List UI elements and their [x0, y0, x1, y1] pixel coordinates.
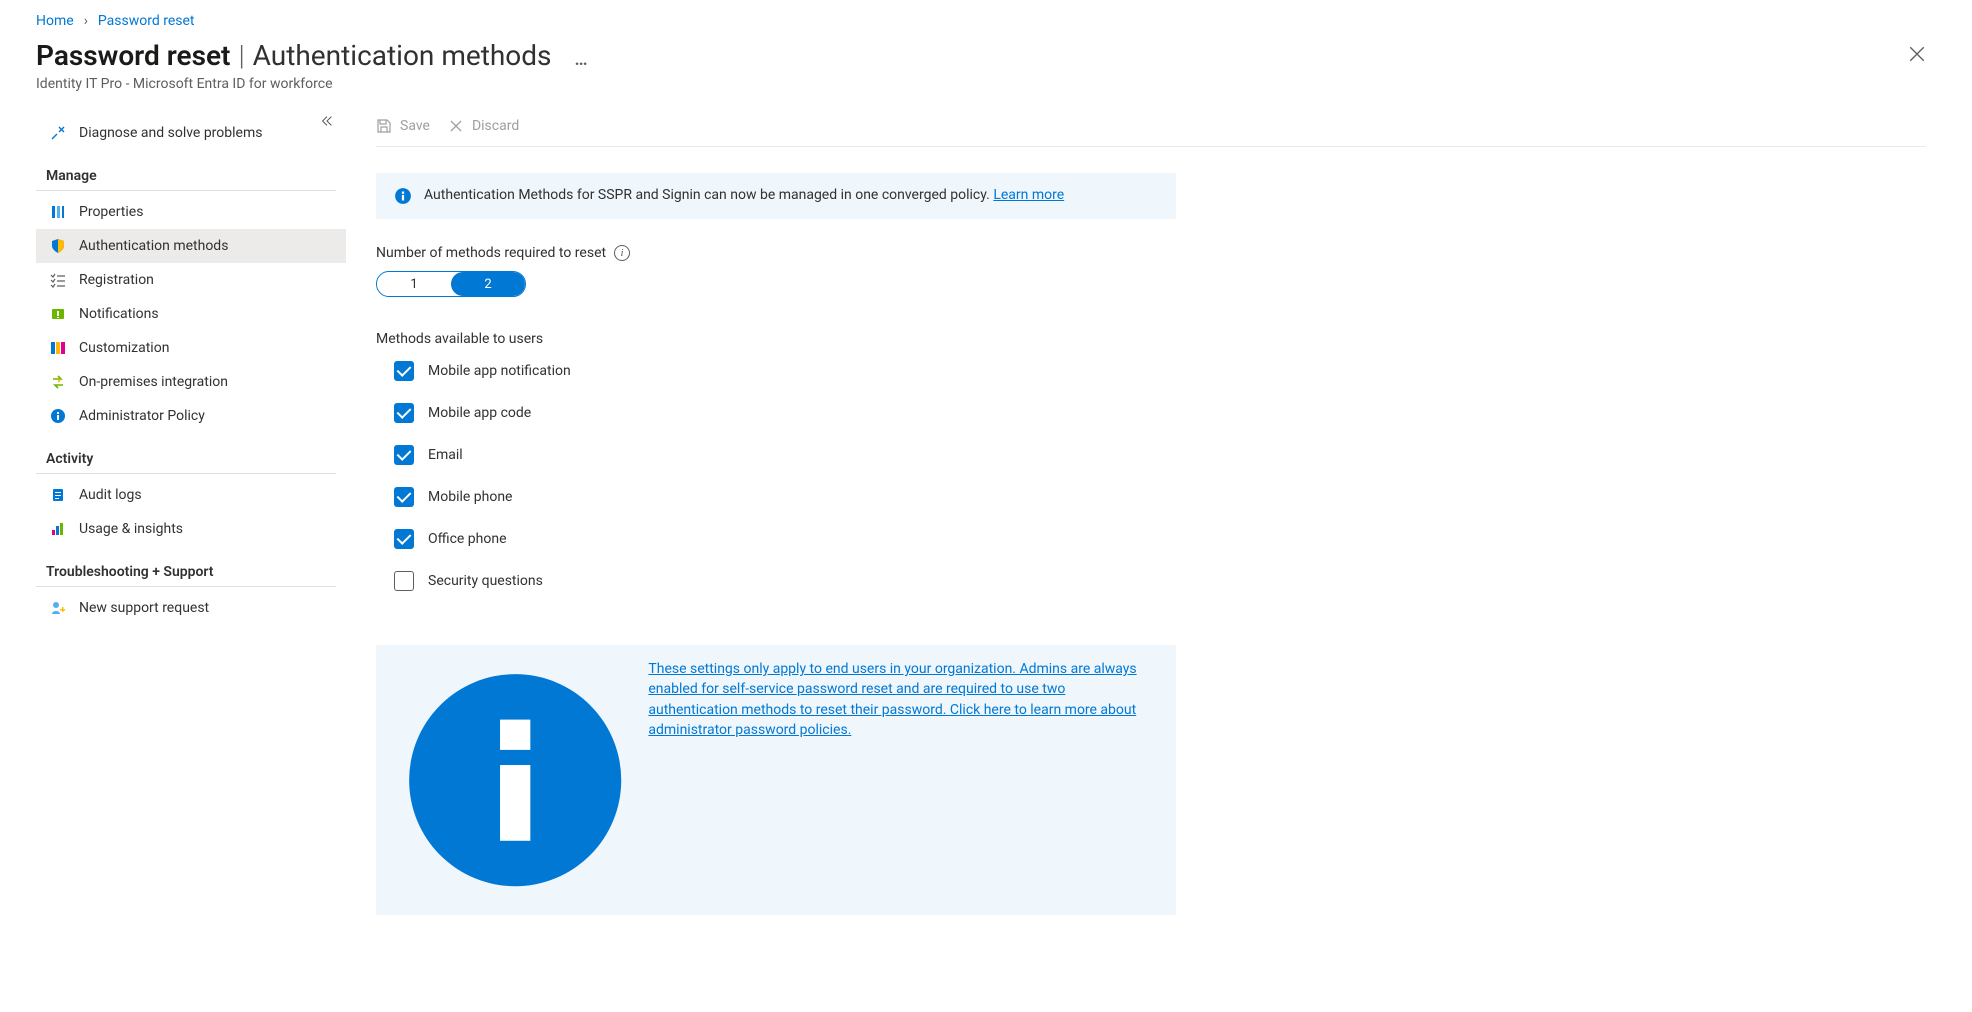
page-title: Password reset|Authentication methods …: [36, 39, 600, 72]
checkbox-icon: [394, 487, 414, 507]
info-icon: [394, 187, 412, 205]
properties-icon: [49, 203, 67, 221]
sidebar-item-diagnose[interactable]: Diagnose and solve problems: [36, 116, 346, 150]
palette-icon: [49, 339, 67, 357]
sidebar-item-admin-policy[interactable]: Administrator Policy: [36, 399, 346, 433]
sidebar: Diagnose and solve problems Manage Prope…: [36, 112, 346, 915]
info-text: Authentication Methods for SSPR and Sign…: [424, 187, 990, 203]
sidebar-item-label: Usage & insights: [79, 521, 183, 537]
sidebar-item-label: Properties: [79, 204, 143, 220]
footer-info-banner: These settings only apply to end users i…: [376, 645, 1176, 915]
shield-icon: [49, 237, 67, 255]
checkbox-label: Email: [428, 447, 463, 463]
sidebar-item-notifications[interactable]: Notifications: [36, 297, 346, 331]
methods-required-label: Number of methods required to reset: [376, 245, 606, 261]
toolbar: Save Discard: [376, 112, 1926, 147]
chevron-right-icon: ›: [84, 13, 88, 29]
methods-checklist: Mobile app notification Mobile app code Em…: [376, 361, 1926, 591]
methods-available-label: Methods available to users: [376, 331, 1926, 347]
checkbox-icon: [394, 361, 414, 381]
sidebar-section-activity: Activity: [36, 437, 336, 474]
info-learn-more-link[interactable]: Learn more: [993, 187, 1064, 203]
checkbox-label: Mobile app code: [428, 405, 531, 421]
sidebar-item-label: Authentication methods: [79, 238, 228, 254]
sidebar-item-label: On-premises integration: [79, 374, 228, 390]
checkbox-icon: [394, 403, 414, 423]
save-button[interactable]: Save: [376, 118, 430, 134]
sidebar-item-authentication-methods[interactable]: Authentication methods: [36, 229, 346, 263]
collapse-sidebar-button[interactable]: [316, 110, 338, 136]
footer-info-link[interactable]: These settings only apply to end users i…: [648, 659, 1158, 740]
sidebar-item-onprem-integration[interactable]: On-premises integration: [36, 365, 346, 399]
save-icon: [376, 118, 392, 134]
info-icon: [49, 407, 67, 425]
sidebar-item-label: Diagnose and solve problems: [79, 125, 262, 141]
sidebar-section-manage: Manage: [36, 154, 336, 191]
info-icon: [394, 659, 636, 901]
checkbox-office_phone[interactable]: Office phone: [394, 529, 1926, 549]
sidebar-item-label: Administrator Policy: [79, 408, 205, 424]
discard-icon: [448, 118, 464, 134]
checkbox-label: Mobile phone: [428, 489, 513, 505]
checkbox-label: Security questions: [428, 573, 543, 589]
checkbox-icon: [394, 529, 414, 549]
sidebar-item-audit-logs[interactable]: Audit logs: [36, 478, 346, 512]
sidebar-item-label: New support request: [79, 600, 209, 616]
sync-icon: [49, 373, 67, 391]
discard-button[interactable]: Discard: [448, 118, 519, 134]
info-tooltip-icon[interactable]: i: [614, 245, 630, 261]
sidebar-section-troubleshooting: Troubleshooting + Support: [36, 550, 336, 587]
breadcrumb-current[interactable]: Password reset: [98, 13, 195, 29]
breadcrumb: Home › Password reset: [36, 0, 1936, 35]
sidebar-item-label: Customization: [79, 340, 169, 356]
checkbox-icon: [394, 445, 414, 465]
sidebar-item-label: Audit logs: [79, 487, 142, 503]
methods-required-option-1[interactable]: 1: [377, 272, 451, 296]
methods-required-toggle: 1 2: [376, 271, 526, 297]
more-menu-button[interactable]: …: [564, 49, 599, 70]
sidebar-item-customization[interactable]: Customization: [36, 331, 346, 365]
sidebar-item-properties[interactable]: Properties: [36, 195, 346, 229]
chart-icon: [49, 520, 67, 538]
checkbox-mobile_app_notification[interactable]: Mobile app notification: [394, 361, 1926, 381]
checkbox-mobile_phone[interactable]: Mobile phone: [394, 487, 1926, 507]
sidebar-item-label: Notifications: [79, 306, 159, 322]
close-button[interactable]: [1898, 39, 1936, 72]
sidebar-item-label: Registration: [79, 272, 154, 288]
checkbox-email[interactable]: Email: [394, 445, 1926, 465]
page-subtitle: Identity IT Pro - Microsoft Entra ID for…: [36, 76, 600, 92]
checkbox-label: Office phone: [428, 531, 507, 547]
info-banner: Authentication Methods for SSPR and Sign…: [376, 173, 1176, 219]
sidebar-item-registration[interactable]: Registration: [36, 263, 346, 297]
log-icon: [49, 486, 67, 504]
methods-required-option-2[interactable]: 2: [451, 272, 525, 296]
checklist-icon: [49, 271, 67, 289]
checkbox-security_questions[interactable]: Security questions: [394, 571, 1926, 591]
wrench-icon: [49, 124, 67, 142]
checkbox-mobile_app_code[interactable]: Mobile app code: [394, 403, 1926, 423]
sidebar-item-usage-insights[interactable]: Usage & insights: [36, 512, 346, 546]
checkbox-icon: [394, 571, 414, 591]
checkbox-label: Mobile app notification: [428, 363, 571, 379]
sidebar-item-new-support-request[interactable]: New support request: [36, 591, 346, 625]
support-icon: [49, 599, 67, 617]
breadcrumb-home[interactable]: Home: [36, 13, 74, 29]
chevron-double-left-icon: [320, 114, 334, 128]
notification-icon: [49, 305, 67, 323]
main-content: Save Discard Authentication Methods for …: [346, 112, 1936, 915]
close-icon: [1908, 45, 1926, 63]
